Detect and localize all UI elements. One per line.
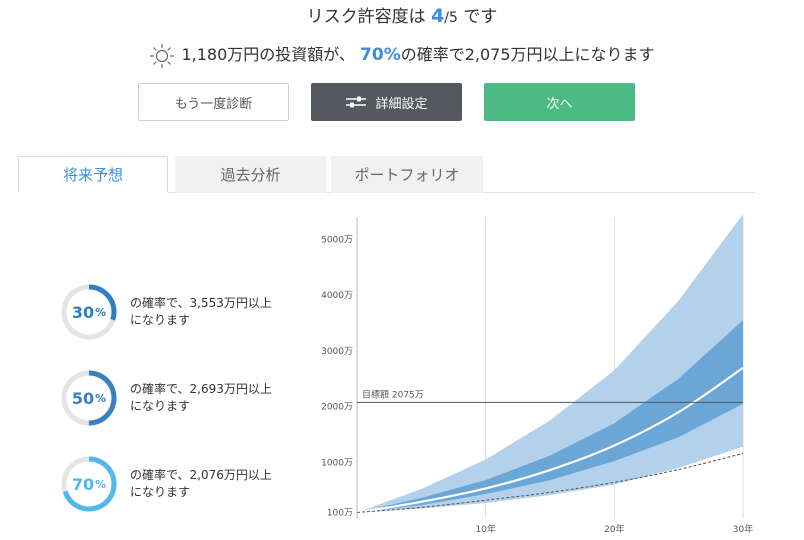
probability-row-30: 30% の確率で、3,553万円以上 になります [60, 283, 320, 341]
tab-future-forecast[interactable]: 将来予想 [18, 156, 168, 193]
forecast-summary: 1,180万円の投資額が、 70%の確率で2,075万円以上になります [0, 41, 804, 69]
probability-value: 70 [71, 474, 95, 494]
sun-icon [149, 43, 175, 69]
target-label: 目標額 2075万 [362, 388, 424, 400]
y-tick-label: 2000万 [321, 403, 353, 413]
y-tick-label: 1000万 [321, 458, 353, 468]
forecast-chart: 目標額 2075万 100万 1000万 2000万 3000万 4000万 5000万 10… [321, 214, 753, 535]
retry-diagnosis-button[interactable]: もう一度診断 [138, 83, 289, 121]
y-tick-label: 100万 [327, 508, 353, 518]
y-tick-label: 3000万 [321, 347, 353, 357]
x-tick-label: 20年 [604, 523, 624, 535]
probability-text: の確率で、2,693万円以上 になります [130, 382, 272, 413]
y-tick-label: 4000万 [321, 291, 353, 301]
detail-settings-button[interactable]: 詳細設定 [311, 83, 462, 121]
probability-value: 50 [71, 388, 95, 408]
x-tick-label: 30年 [733, 523, 753, 535]
summary-probability: 70% [360, 45, 401, 65]
probability-value: 30 [71, 302, 95, 322]
tab-past-analysis[interactable]: 過去分析 [175, 156, 326, 193]
probability-row-70: 70% の確率で、2,076万円以上 になります [60, 455, 320, 513]
risk-score: 4 [431, 5, 445, 27]
tab-portfolio[interactable]: ポートフォリオ [331, 156, 483, 193]
sliders-icon [346, 96, 367, 108]
x-tick-label: 10年 [475, 523, 495, 535]
y-tick-label: 5000万 [321, 235, 353, 245]
next-button[interactable]: 次へ [484, 83, 635, 121]
page-title: リスク許容度は 4/5 です [306, 5, 498, 27]
probability-row-50: 50% の確率で、2,693万円以上 になります [60, 369, 320, 427]
probability-text: の確率で、2,076万円以上 になります [130, 468, 272, 499]
probability-text: の確率で、3,553万円以上 になります [130, 296, 272, 327]
